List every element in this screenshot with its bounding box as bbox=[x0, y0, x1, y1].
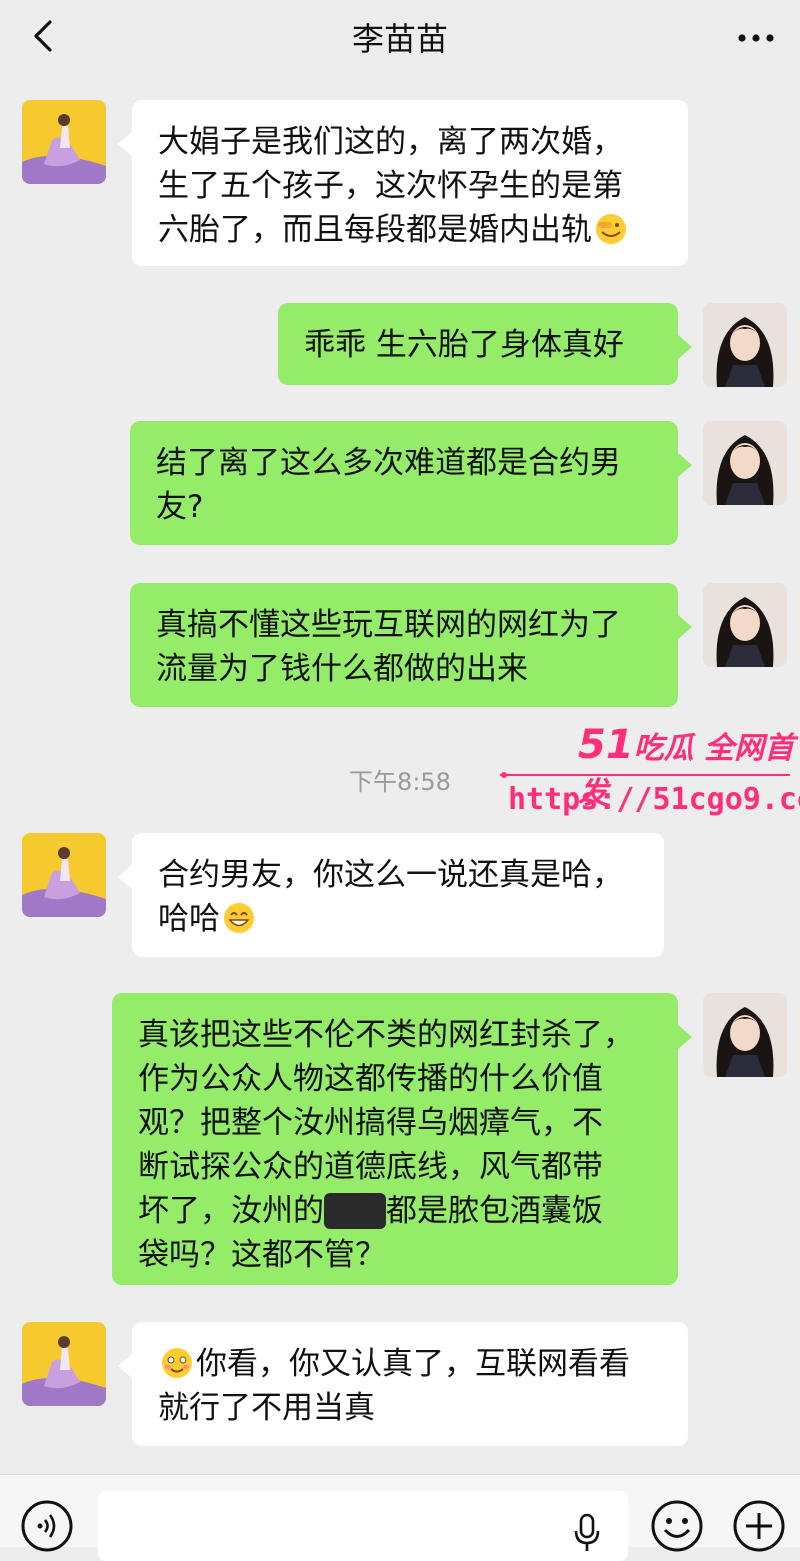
message-input[interactable] bbox=[98, 1491, 628, 1561]
chat-title: 李苗苗 bbox=[351, 20, 448, 58]
watermark-url: https://51cgo9.com bbox=[508, 782, 800, 817]
contact-avatar[interactable] bbox=[22, 833, 106, 917]
my-avatar[interactable] bbox=[703, 421, 787, 505]
contact-avatar[interactable] bbox=[22, 1322, 106, 1406]
timestamp: 下午8:58 bbox=[349, 768, 451, 796]
censored-text: 文旅 bbox=[324, 1193, 386, 1229]
input-bar bbox=[0, 1474, 800, 1561]
message-text: 乖乖 生六胎了身体真好 bbox=[304, 327, 624, 363]
my-avatar[interactable] bbox=[703, 993, 787, 1077]
plus-icon[interactable] bbox=[732, 1499, 786, 1553]
message-bubble-incoming[interactable]: 你看，你又认真了，互联网看看 就行了不用当真 bbox=[118, 1322, 688, 1446]
my-avatar[interactable] bbox=[703, 303, 787, 387]
watermark-divider bbox=[500, 772, 790, 778]
message-text: 结了离了这么多次难道都是合约男 友? bbox=[156, 445, 621, 525]
voice-icon[interactable] bbox=[20, 1499, 74, 1553]
ellipsis-icon[interactable] bbox=[736, 26, 776, 50]
message-bubble-incoming[interactable]: 合约男友，你这么一说还真是哈， 哈哈 bbox=[118, 833, 664, 957]
flushed-smile-emoji bbox=[162, 1348, 192, 1378]
message-text: 大娟子是我们这的，离了两次婚， 生了五个孩子，这次怀孕生的是第 六胎了，而且每段… bbox=[158, 124, 623, 248]
emoji-icon[interactable] bbox=[650, 1499, 704, 1553]
message-bubble-outgoing[interactable]: 结了离了这么多次难道都是合约男 友? bbox=[130, 421, 692, 545]
watermark: 51吃瓜 全网首发 https://51cgo9.com bbox=[498, 722, 800, 832]
facepalm-emoji bbox=[596, 214, 626, 244]
message-text: 你看，你又认真了，互联网看看 就行了不用当真 bbox=[158, 1346, 630, 1426]
top-bar: 李苗苗 bbox=[0, 0, 800, 80]
message-bubble-outgoing[interactable]: 真该把这些不伦不类的网红封杀了， 作为公众人物这都传播的什么价值 观？把整个汝州… bbox=[112, 993, 692, 1285]
contact-avatar[interactable] bbox=[22, 100, 106, 184]
my-avatar[interactable] bbox=[703, 583, 787, 667]
message-bubble-outgoing[interactable]: 乖乖 生六胎了身体真好 bbox=[278, 303, 692, 385]
grin-emoji bbox=[224, 903, 254, 933]
message-text: 真搞不懂这些玩互联网的网红为了 流量为了钱什么都做的出来 bbox=[156, 607, 621, 687]
message-bubble-incoming[interactable]: 大娟子是我们这的，离了两次婚， 生了五个孩子，这次怀孕生的是第 六胎了，而且每段… bbox=[118, 100, 688, 266]
message-bubble-outgoing[interactable]: 真搞不懂这些玩互联网的网红为了 流量为了钱什么都做的出来 bbox=[130, 583, 692, 707]
mic-icon[interactable] bbox=[572, 1513, 602, 1553]
